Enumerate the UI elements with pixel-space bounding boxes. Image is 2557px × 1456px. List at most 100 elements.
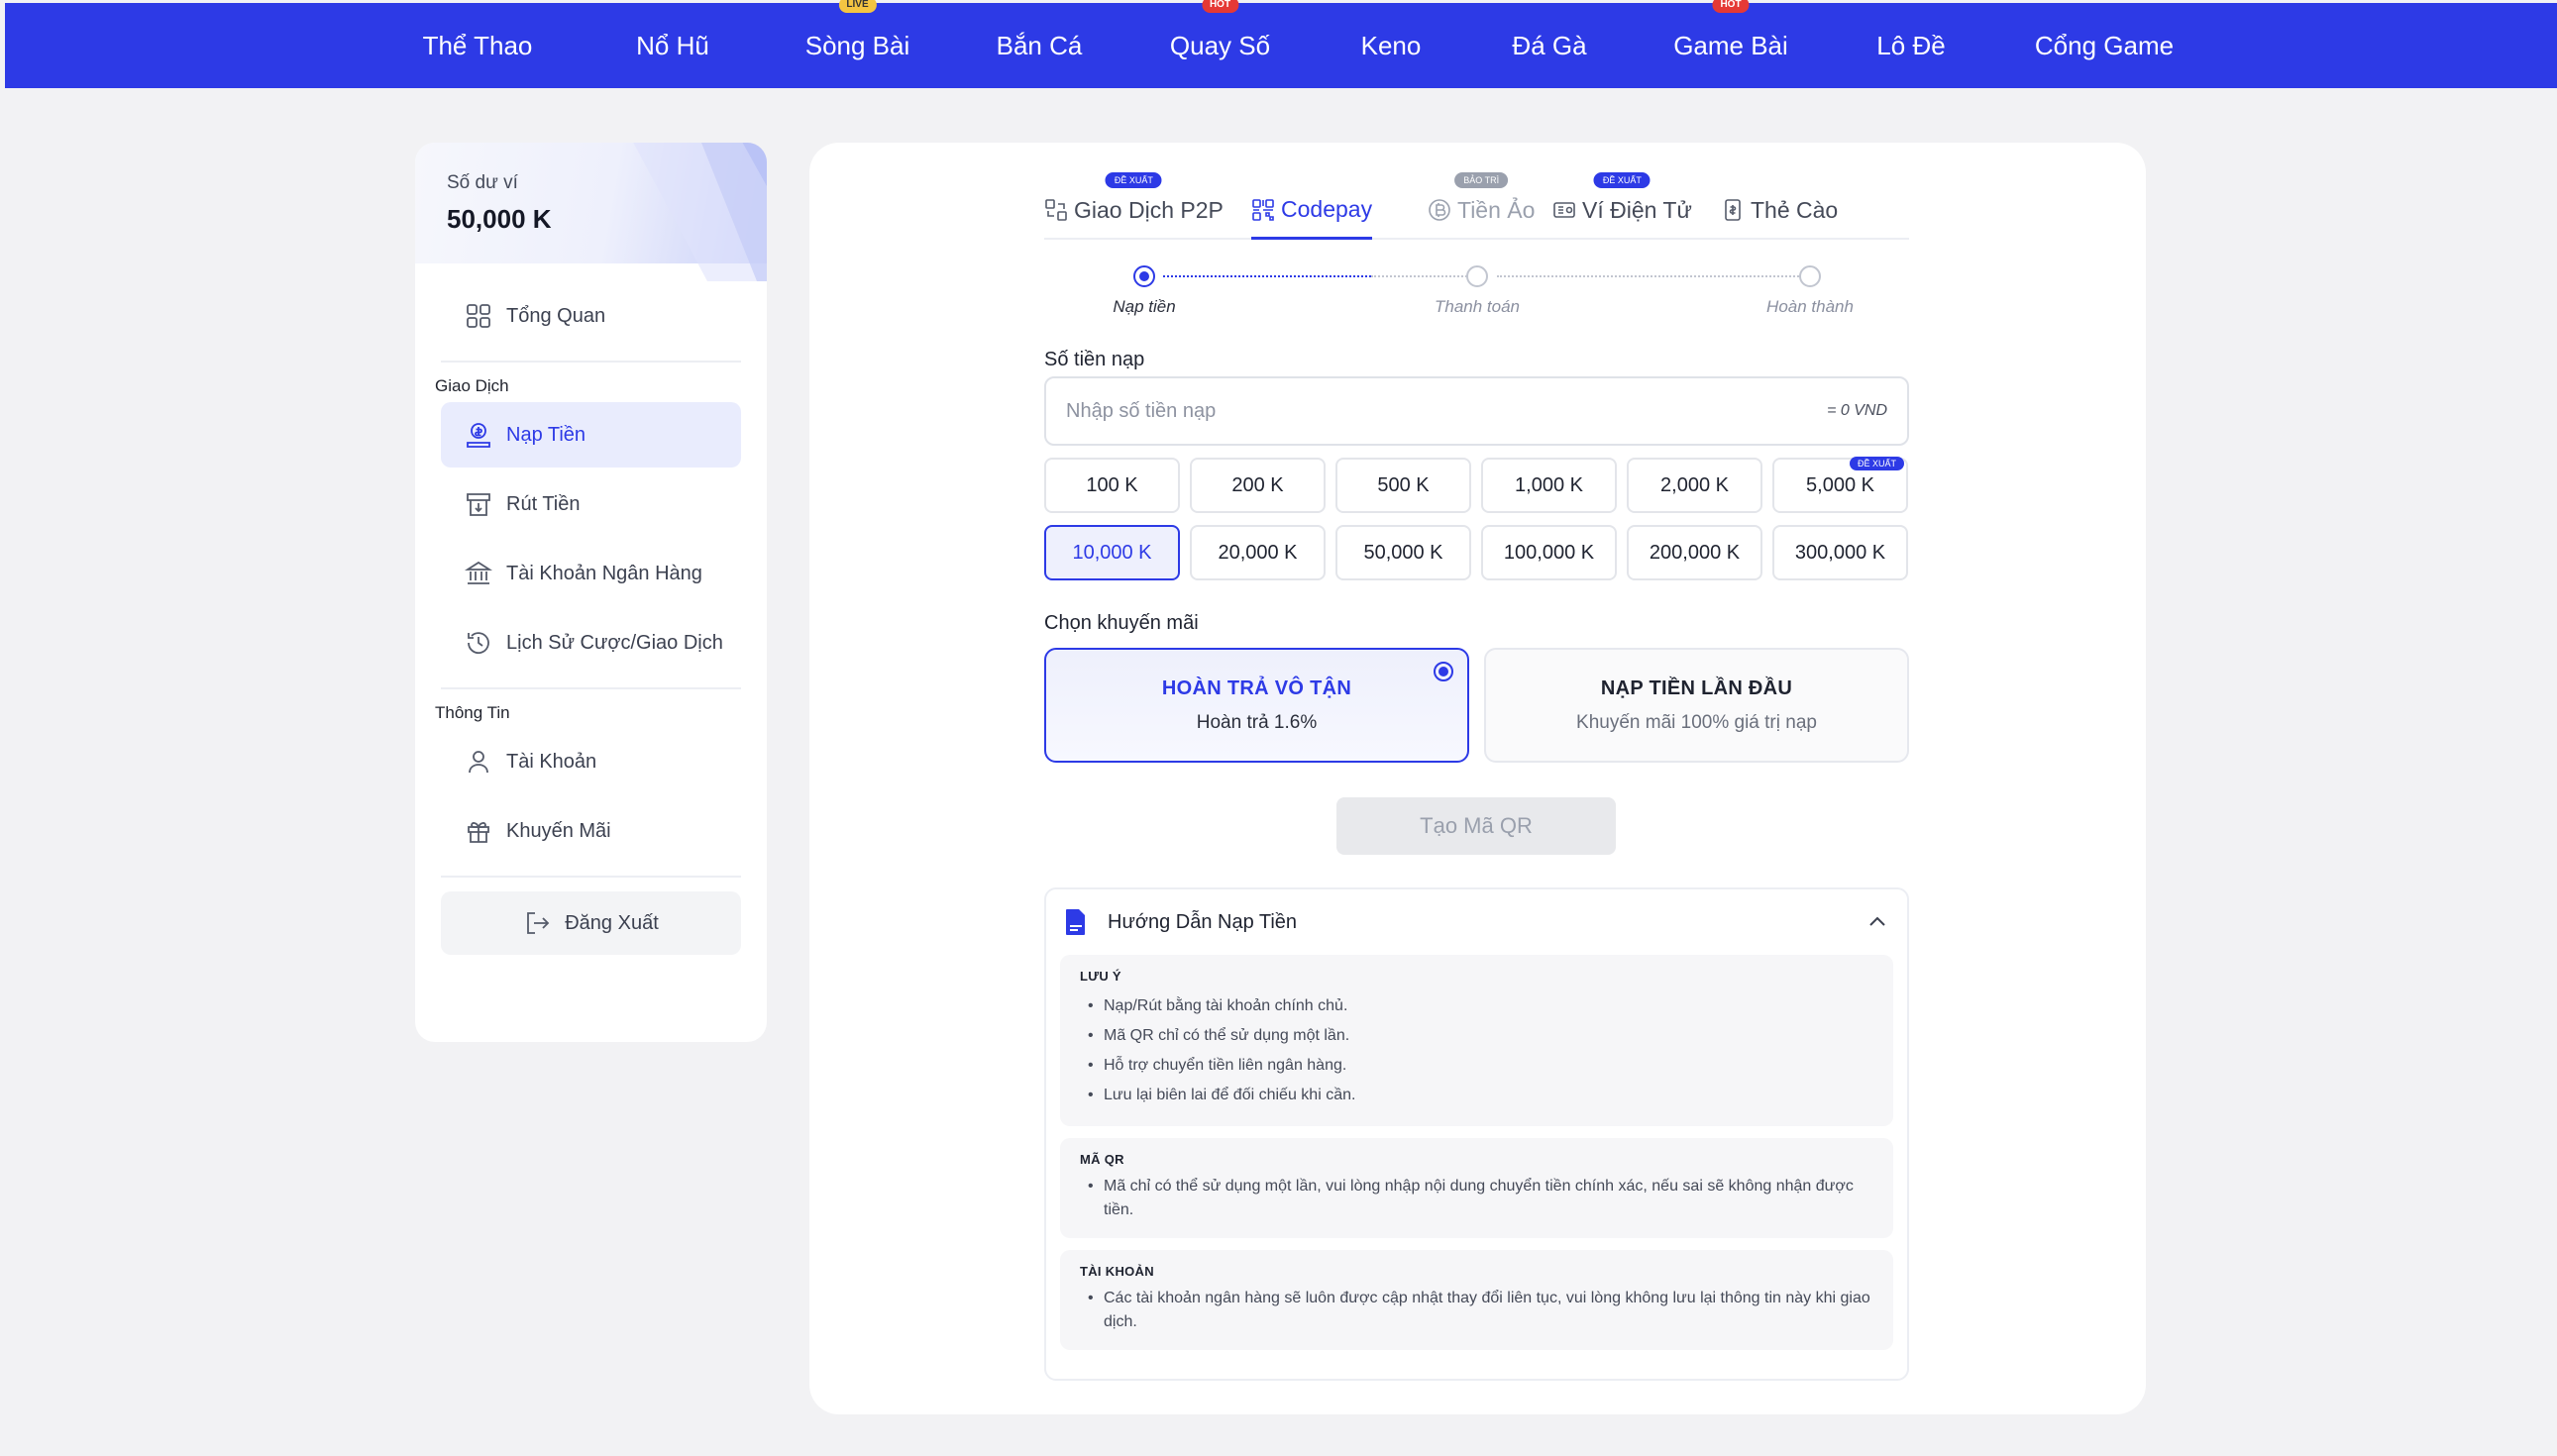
tab-crypto[interactable]: BẢO TRÌ Tiền Ảo: [1428, 172, 1536, 238]
step-connector: [1497, 275, 1806, 277]
nav-item-label: Sòng Bài: [804, 30, 910, 60]
amount-input[interactable]: [1066, 399, 1828, 423]
sidebar-item-label: Tài Khoản: [506, 750, 597, 773]
guide-section-notes: LƯU Ý Nạp/Rút bằng tài khoản chính chủ. …: [1060, 955, 1893, 1126]
chevron-up-icon[interactable]: [1865, 910, 1889, 934]
tab-label: Tiền Ảo: [1457, 196, 1536, 223]
tab-label: Ví Điện Tử: [1582, 196, 1692, 223]
nav-item-label: Quay Số: [1169, 30, 1271, 60]
user-icon: [465, 748, 492, 776]
withdraw-icon: [465, 490, 492, 518]
tab-e-wallet[interactable]: ĐỀ XUẤT Ví Điện Tử: [1552, 172, 1692, 238]
deposit-panel: ĐỀ XUẤT Giao Dịch P2P Codepay BẢO TRÌ Ti…: [809, 143, 2146, 1414]
history-icon: [465, 629, 492, 657]
nav-item-lo-de[interactable]: Lô Đề: [1828, 31, 1994, 61]
wallet-decoration: [633, 143, 767, 281]
hot-badge: HOT: [1201, 0, 1239, 13]
amount-chip[interactable]: 50,000 K: [1335, 525, 1471, 580]
promo-option-unlimited-rebate[interactable]: HOÀN TRẢ VÔ TẬN Hoàn trả 1.6%: [1044, 648, 1469, 763]
create-qr-button[interactable]: Tạo Mã QR: [1336, 797, 1616, 855]
e-wallet-icon: [1552, 198, 1576, 222]
sidebar-item-label: Tài Khoản Ngân Hàng: [506, 562, 702, 584]
amount-chip[interactable]: 500 K: [1335, 458, 1471, 513]
amount-chip[interactable]: 2,000 K: [1627, 458, 1762, 513]
amount-chip-selected[interactable]: 10,000 K: [1044, 525, 1180, 580]
crypto-coin-icon: [1428, 198, 1451, 222]
step-connector-done: [1163, 275, 1371, 277]
step-connector-done: [1371, 275, 1475, 277]
maintenance-badge: BẢO TRÌ: [1454, 172, 1509, 188]
amount-label: Số tiền nạp: [1044, 349, 1145, 370]
sidebar-item-history[interactable]: Lịch Sử Cược/Giao Dịch: [441, 610, 741, 676]
tab-label: Codepay: [1281, 196, 1373, 222]
amount-presets: 100 K 200 K 500 K 1,000 K 2,000 K 5,000 …: [1044, 457, 1909, 580]
sidebar-item-bank-account[interactable]: Tài Khoản Ngân Hàng: [441, 541, 741, 606]
guide-item: Nạp/Rút bằng tài khoản chính chủ.: [1080, 991, 1873, 1021]
promo-subtitle: Khuyến mãi 100% giá trị nạp: [1576, 711, 1817, 733]
amount-chip-recommended[interactable]: 5,000 K ĐỀ XUẤT: [1772, 457, 1908, 513]
section-heading-transactions: Giao Dịch: [435, 376, 509, 395]
amount-conversion: = 0 VND: [1827, 402, 1887, 419]
gift-icon: [465, 817, 492, 845]
sidebar-item-account[interactable]: Tài Khoản: [441, 729, 741, 794]
tab-scratch-card[interactable]: Thẻ Cào: [1721, 182, 1838, 238]
amount-chip[interactable]: 200,000 K: [1627, 525, 1762, 580]
divider: [441, 876, 741, 878]
amount-chip[interactable]: 100 K: [1044, 458, 1180, 513]
step-label-payment: Thanh toán: [1434, 297, 1521, 316]
nav-item-label: Thể Thao: [422, 30, 533, 60]
promo-title: HOÀN TRẢ VÔ TẬN: [1161, 676, 1352, 699]
guide-section-heading: LƯU Ý: [1080, 969, 1121, 984]
sidebar-item-deposit[interactable]: Nạp Tiền: [441, 402, 741, 468]
tab-codepay[interactable]: Codepay: [1251, 182, 1373, 240]
recommended-badge: ĐỀ XUẤT: [1849, 457, 1904, 470]
deposit-guide: Hướng Dẫn Nạp Tiền LƯU Ý Nạp/Rút bằng tà…: [1044, 887, 1909, 1381]
guide-header[interactable]: Hướng Dẫn Nạp Tiền: [1046, 889, 1907, 955]
step-label-deposit: Nạp tiền: [1113, 297, 1176, 316]
nav-item-label: Bắn Cá: [996, 30, 1083, 60]
promo-subtitle: Hoàn trả 1.6%: [1196, 711, 1318, 733]
nav-item-song-bai[interactable]: LIVE Sòng Bài: [760, 0, 955, 61]
scratch-card-icon: [1721, 198, 1745, 222]
guide-section-qr: MÃ QR Mã chỉ có thể sử dụng một lần, vui…: [1060, 1138, 1893, 1238]
sidebar-item-label: Khuyến Mãi: [506, 819, 611, 842]
nav-item-quay-so[interactable]: HOT Quay Số: [1123, 0, 1317, 61]
promo-option-first-deposit[interactable]: NẠP TIỀN LẦN ĐẦU Khuyến mãi 100% giá trị…: [1484, 648, 1909, 763]
sidebar-item-withdraw[interactable]: Rút Tiền: [441, 471, 741, 537]
amount-chip[interactable]: 300,000 K: [1772, 525, 1908, 580]
guide-item: Mã chỉ có thể sử dụng một lần, vui lòng …: [1080, 1175, 1873, 1222]
section-heading-info: Thông Tin: [435, 703, 510, 722]
sidebar-item-overview[interactable]: Tổng Quan: [441, 283, 741, 349]
nav-item-ban-ca[interactable]: Bắn Cá: [955, 31, 1123, 61]
nav-item-keno[interactable]: Keno: [1317, 31, 1465, 61]
amount-chip[interactable]: 20,000 K: [1190, 525, 1326, 580]
account-sidebar: Số dư ví 50,000 K Tổng Quan Giao Dịch Nạ…: [415, 143, 767, 1042]
deposit-stepper: Nạp tiền Thanh toán Hoàn thành: [1044, 265, 1909, 325]
promo-label: Chọn khuyến mãi: [1044, 612, 1199, 634]
tab-label: Giao Dịch P2P: [1074, 196, 1224, 223]
p2p-transfer-icon: [1044, 198, 1068, 222]
nav-item-da-ga[interactable]: Đá Gà: [1465, 31, 1634, 61]
nav-item-no-hu[interactable]: Nổ Hũ: [586, 31, 760, 61]
amount-field[interactable]: = 0 VND: [1044, 376, 1909, 446]
sidebar-item-label: Rút Tiền: [506, 492, 581, 515]
amount-chip[interactable]: 200 K: [1190, 458, 1326, 513]
divider: [441, 361, 741, 363]
amount-chip[interactable]: 100,000 K: [1481, 525, 1617, 580]
nav-item-game-bai[interactable]: HOT Game Bài: [1634, 0, 1828, 61]
top-nav: Thể Thao Nổ Hũ LIVE Sòng Bài Bắn Cá HOT Qu…: [5, 0, 2557, 88]
tab-p2p[interactable]: ĐỀ XUẤT Giao Dịch P2P: [1044, 172, 1224, 238]
step-dot: [1466, 265, 1488, 287]
nav-item-label: Keno: [1360, 30, 1422, 60]
promo-options: HOÀN TRẢ VÔ TẬN Hoàn trả 1.6% NẠP TIỀN L…: [1044, 648, 1909, 763]
sidebar-item-label: Nạp Tiền: [506, 423, 586, 446]
guide-item: Mã QR chỉ có thể sử dụng một lần.: [1080, 1021, 1873, 1051]
nav-item-cong-game[interactable]: Cổng Game: [1994, 31, 2214, 61]
nav-item-the-thao[interactable]: Thể Thao: [370, 31, 586, 61]
logout-button[interactable]: Đăng Xuất: [441, 891, 741, 955]
amount-chip[interactable]: 1,000 K: [1481, 458, 1617, 513]
recommended-badge: ĐỀ XUẤT: [1105, 172, 1162, 188]
sidebar-item-promotions[interactable]: Khuyến Mãi: [441, 798, 741, 864]
guide-section-heading: TÀI KHOẢN: [1080, 1264, 1154, 1279]
step-label-complete: Hoàn thành: [1766, 297, 1854, 316]
